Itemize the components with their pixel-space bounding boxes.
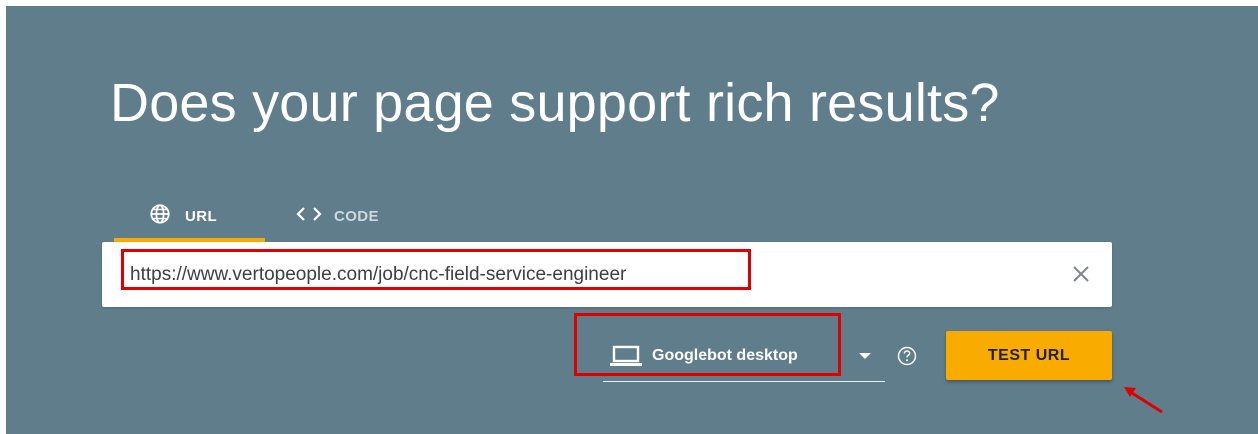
- laptop-icon: [610, 345, 642, 372]
- tab-code[interactable]: CODE: [296, 192, 379, 240]
- url-input-value[interactable]: https://www.vertopeople.com/job/cnc-fiel…: [130, 242, 626, 307]
- page-title: Does your page support rich results?: [110, 73, 1000, 133]
- close-icon[interactable]: [1066, 259, 1096, 289]
- help-circle-icon[interactable]: [897, 346, 917, 366]
- globe-icon: [149, 203, 171, 229]
- test-url-button[interactable]: TEST URL: [946, 331, 1112, 380]
- hero-panel: Does your page support rich results? URL…: [6, 6, 1258, 434]
- code-brackets-icon: [296, 206, 322, 227]
- tab-code-label: CODE: [334, 207, 379, 225]
- url-input-field[interactable]: https://www.vertopeople.com/job/cnc-fiel…: [102, 242, 1112, 307]
- device-select[interactable]: Googlebot desktop: [603, 331, 885, 382]
- dropdown-arrow-icon[interactable]: [859, 353, 871, 359]
- tab-url-label: URL: [185, 207, 218, 225]
- tab-url[interactable]: URL: [114, 192, 265, 242]
- device-select-value: Googlebot desktop: [652, 347, 798, 364]
